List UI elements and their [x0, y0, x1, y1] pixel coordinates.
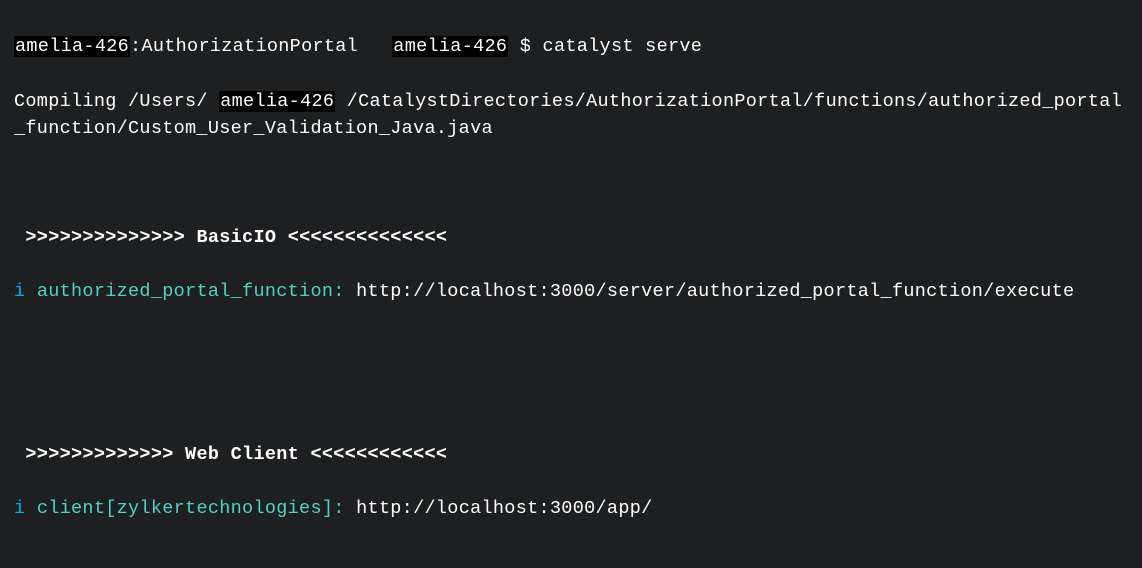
prompt-command: catalyst serve [543, 36, 703, 57]
prompt-sep: : [130, 36, 141, 57]
webclient-header: >>>>>>>>>>>>> Web Client <<<<<<<<<<<< [14, 441, 1132, 468]
blank-line [14, 550, 1132, 568]
basicio-url: http://localhost:3000/server/authorized_… [356, 281, 1074, 302]
prompt-symbol: $ [520, 36, 531, 57]
prompt-user2: amelia-426 [392, 36, 508, 57]
basicio-label: authorized_portal_function: [37, 281, 345, 302]
terminal-output[interactable]: amelia-426:AuthorizationPortal amelia-42… [0, 0, 1142, 568]
compile-line: Compiling /Users/ amelia-426 /CatalystDi… [14, 88, 1132, 142]
header-arrows-right: <<<<<<<<<<<< [310, 444, 447, 465]
blank-line [14, 169, 1132, 196]
header-label: BasicIO [196, 227, 276, 248]
header-arrows-right: <<<<<<<<<<<<<< [288, 227, 448, 248]
header-label: Web Client [185, 444, 299, 465]
header-arrows-left: >>>>>>>>>>>>> [25, 444, 173, 465]
info-icon: i [14, 281, 25, 302]
prompt-user: amelia-426 [14, 36, 130, 57]
compile-user: amelia-426 [219, 91, 335, 112]
info-icon: i [14, 498, 25, 519]
webclient-info-line: i client[zylkertechnologies]: http://loc… [14, 495, 1132, 522]
webclient-label: client[zylkertechnologies]: [37, 498, 345, 519]
basicio-info-line: i authorized_portal_function: http://loc… [14, 278, 1132, 305]
compile-prefix: Compiling /Users/ [14, 91, 208, 112]
blank-line [14, 387, 1132, 414]
blank-line [14, 332, 1132, 359]
prompt-line: amelia-426:AuthorizationPortal amelia-42… [14, 33, 1132, 60]
webclient-url: http://localhost:3000/app/ [356, 498, 652, 519]
prompt-dir: AuthorizationPortal [141, 36, 358, 57]
basicio-header: >>>>>>>>>>>>>> BasicIO <<<<<<<<<<<<<< [14, 224, 1132, 251]
header-arrows-left: >>>>>>>>>>>>>> [25, 227, 185, 248]
